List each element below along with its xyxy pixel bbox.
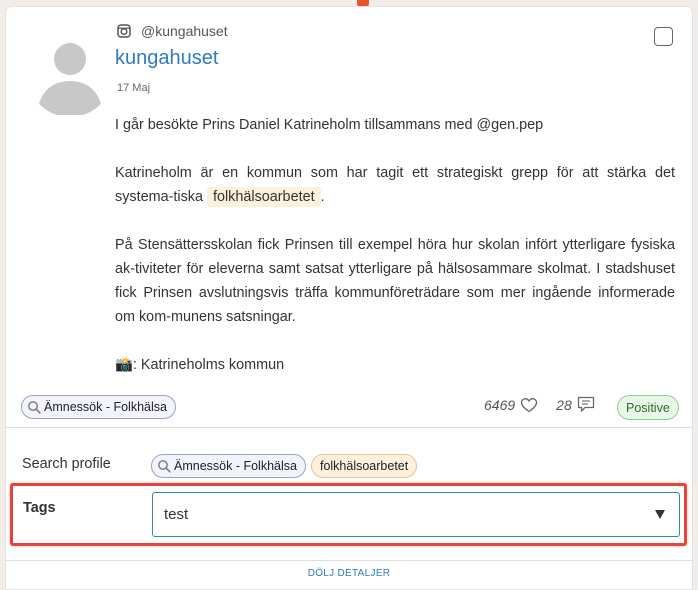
search-icon [158, 460, 171, 473]
post-body: I går besökte Prins Daniel Katrineholm t… [115, 113, 675, 377]
author-handle[interactable]: @kungahuset [141, 23, 228, 39]
search-profile-chip[interactable]: Ämnessök - Folkhälsa [21, 395, 176, 419]
tags-selected-value: test [164, 506, 189, 523]
avatar [27, 31, 113, 117]
select-post-checkbox[interactable] [654, 27, 673, 46]
details-divider [6, 427, 692, 428]
footer-divider [6, 560, 692, 561]
camera-icon: 📸 [115, 357, 133, 373]
post-paragraph-1: I går besökte Prins Daniel Katrineholm t… [115, 117, 544, 133]
tags-select[interactable]: test [152, 492, 680, 537]
chip-label: Ämnessök - Folkhälsa [174, 459, 297, 473]
photo-credit: 📸: Katrineholms kommun [115, 353, 675, 377]
avatar-placeholder-icon [37, 43, 103, 115]
chip-label: Ämnessök - Folkhälsa [44, 400, 167, 414]
photo-credit-text: : Katrineholms kommun [132, 357, 285, 373]
search-profile-chips: Ämnessök - Folkhälsa folkhälsoarbetet [151, 454, 418, 478]
tags-label: Tags [23, 500, 56, 516]
post-paragraph-3: På Stensättersskolan fick Prinsen till e… [115, 237, 675, 325]
paragraph-2-text: Katrineholm är en kommun som har tagit e… [115, 165, 675, 205]
hide-details-link[interactable]: DÖLJ DETALJER [6, 568, 692, 579]
comments-count: 28 [556, 396, 572, 413]
post-date: 17 Maj [117, 82, 151, 94]
search-profile-label: Search profile [22, 456, 111, 472]
keyword-chip[interactable]: folkhälsoarbetet [310, 454, 418, 478]
instagram-icon [117, 24, 131, 38]
author-name-link[interactable]: kungahuset [115, 47, 218, 70]
likes-count: 6469 [484, 396, 516, 413]
paragraph-2-end: . [320, 189, 325, 205]
search-profile-chip[interactable]: Ämnessök - Folkhälsa [151, 454, 306, 478]
search-icon [28, 401, 41, 414]
post-paragraph-2: Katrineholm är en kommun som har tagit e… [115, 161, 675, 209]
heart-icon[interactable] [520, 397, 538, 413]
handle-row: @kungahuset [117, 23, 228, 39]
engagement-stats: 6469 28 [484, 396, 595, 413]
keyword-highlight: folkhälsoarbetet [206, 187, 321, 207]
comment-icon[interactable] [577, 396, 595, 413]
post-card: @kungahuset kungahuset 17 Maj I går besö… [5, 6, 693, 590]
caret-down-icon [655, 510, 665, 519]
sentiment-badge[interactable]: Positive [617, 395, 679, 420]
